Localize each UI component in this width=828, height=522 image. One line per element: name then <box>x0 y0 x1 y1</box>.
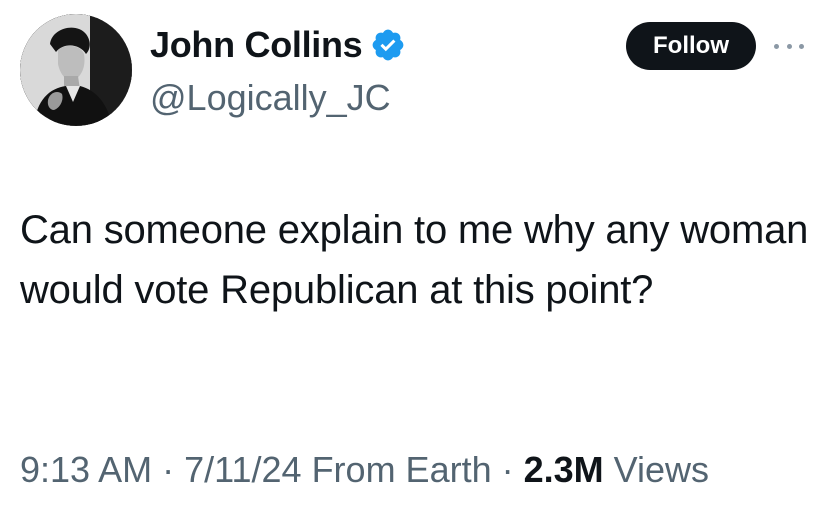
profile-photo-image <box>20 14 132 126</box>
author-handle[interactable]: @Logically_JC <box>150 80 391 116</box>
more-dot <box>786 43 792 49</box>
author-display-name[interactable]: John Collins <box>150 27 363 63</box>
tweet-text: Can someone explain to me why any woman … <box>20 208 809 312</box>
separator-dot: · <box>152 449 185 490</box>
separator-dot: · <box>491 449 524 490</box>
more-dot <box>774 43 779 49</box>
tweet-card: John Collins @Logically_JC Follow Can so… <box>0 0 828 522</box>
more-dots-icon[interactable] <box>774 38 804 54</box>
avatar[interactable] <box>20 14 132 126</box>
more-dot <box>799 43 804 49</box>
follow-button[interactable]: Follow <box>626 22 756 70</box>
views-label: Views <box>613 449 710 490</box>
tweet-date[interactable]: 7/11/24 <box>184 449 301 490</box>
tweet-source: From Earth <box>311 449 492 490</box>
tweet-time[interactable]: 9:13 AM <box>20 449 152 490</box>
tweet-metadata: 9:13 AM · 7/11/24 From Earth · 2.3M View… <box>20 448 709 492</box>
views-count: 2.3M <box>523 449 604 490</box>
author-name-row: John Collins <box>150 18 406 72</box>
verified-badge-icon <box>370 27 406 63</box>
